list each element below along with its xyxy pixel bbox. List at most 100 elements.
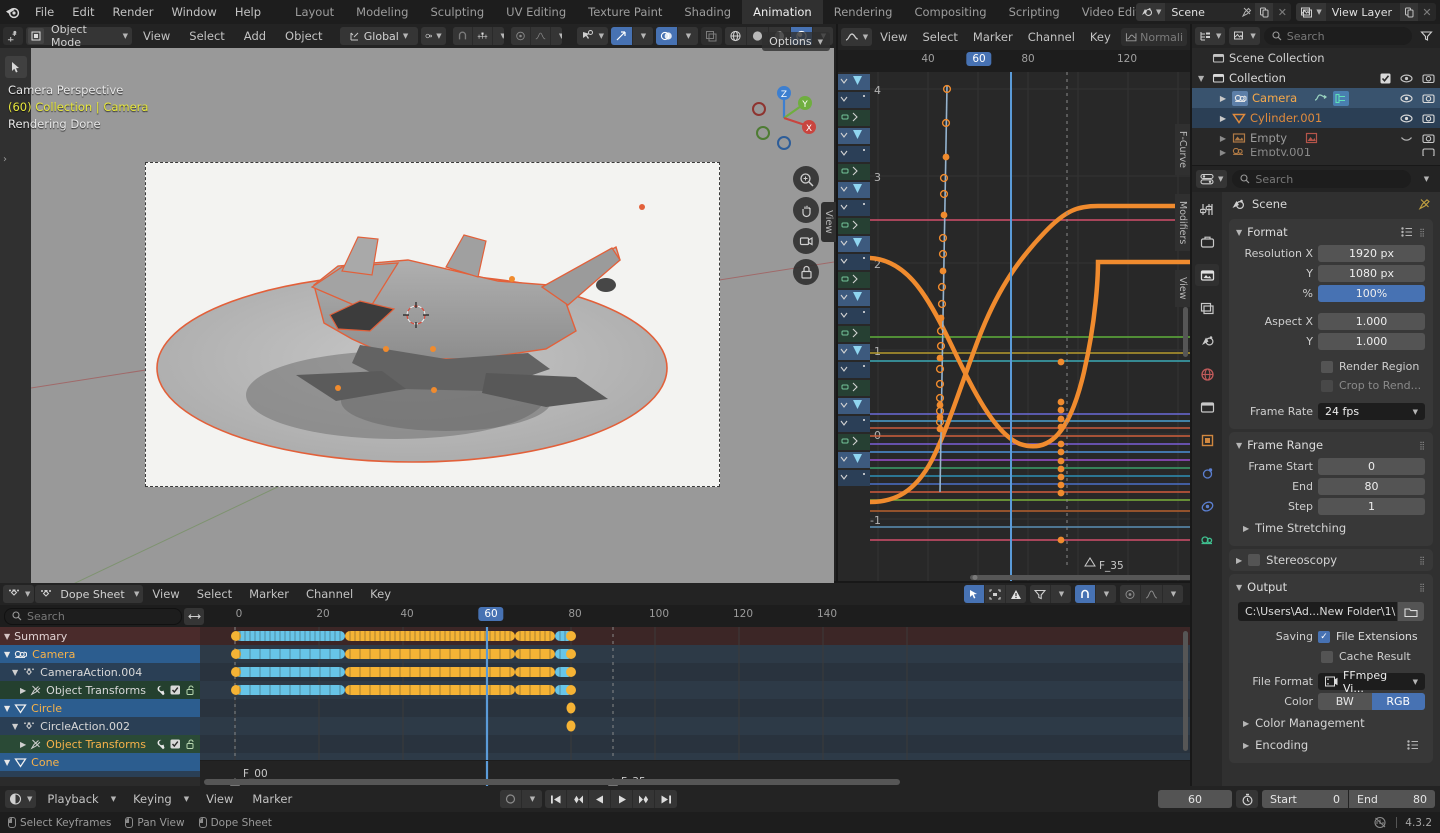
wireframe-shading-icon[interactable] bbox=[724, 27, 747, 45]
properties-tab-physics[interactable] bbox=[1195, 462, 1219, 484]
overlays-icon[interactable] bbox=[655, 27, 678, 45]
frame-range-fields[interactable]: Start 0 End 80 bbox=[1262, 790, 1435, 808]
chevron-right-icon[interactable]: ▶ bbox=[1198, 148, 1226, 156]
dope-proportional-group[interactable]: ▼ bbox=[1120, 585, 1183, 603]
channel-row-cone[interactable]: ▼ Cone bbox=[0, 753, 200, 771]
properties-tab-tool[interactable] bbox=[1195, 198, 1219, 220]
next-keyframe-icon[interactable] bbox=[633, 790, 655, 808]
graph-menu-channel[interactable]: Channel bbox=[1021, 24, 1082, 50]
properties-tab-scene[interactable] bbox=[1195, 330, 1219, 352]
graph-menu-key[interactable]: Key bbox=[1083, 24, 1118, 50]
properties-tab-strip[interactable] bbox=[1192, 192, 1222, 819]
output-color-row[interactable]: Color BW RGB bbox=[1229, 692, 1425, 711]
graph-editor-icon[interactable]: ▼ bbox=[841, 28, 873, 46]
auto-keying-dropdown-caret[interactable]: ▼ bbox=[522, 790, 542, 808]
graph-editor-body[interactable]: 4 3 2 1 0 -1 bbox=[838, 72, 1190, 581]
graph-current-frame-indicator[interactable]: 60 bbox=[966, 52, 992, 66]
format-aspect-y-row[interactable]: Y 1.000 bbox=[1229, 332, 1425, 351]
delete-scene-button[interactable]: ✕ bbox=[1273, 3, 1292, 21]
timeline-editor-type-icon[interactable]: ▼ bbox=[5, 790, 37, 808]
timeline-menu-playback[interactable]: Playback bbox=[39, 786, 106, 812]
panel-drag-grip[interactable]: ⣿ bbox=[1419, 583, 1426, 592]
format-aspect-x-row[interactable]: Aspect X 1.000 bbox=[1229, 312, 1425, 331]
renderlayers-icon[interactable]: ▼ bbox=[1296, 3, 1326, 21]
outliner[interactable]: ▼ ▼ Search Scene Collection ▼ Collection… bbox=[1192, 24, 1440, 165]
channel-row-object-transforms-camera[interactable]: ▶ Object Transforms bbox=[0, 681, 200, 699]
chevron-down-icon[interactable]: ▼ bbox=[4, 758, 10, 767]
outliner-row-cylinder[interactable]: ▶ Cylinder.001 bbox=[1192, 108, 1440, 128]
menu-edit[interactable]: Edit bbox=[63, 0, 103, 24]
chevron-down-icon[interactable]: ▼ bbox=[12, 668, 18, 677]
falloff-dropdown-caret[interactable]: ▼ bbox=[1163, 585, 1183, 603]
dope-sheet-mode-selector[interactable]: Dope Sheet ▼ bbox=[35, 585, 144, 603]
tab-uv-editing[interactable]: UV Editing bbox=[495, 0, 578, 24]
viewport-options-button[interactable]: Options ▼ bbox=[762, 32, 830, 51]
eye-closed-icon[interactable] bbox=[1400, 133, 1413, 144]
tab-rendering[interactable]: Rendering bbox=[822, 0, 904, 24]
menu-help[interactable]: Help bbox=[226, 0, 270, 24]
navigation-gizmo[interactable]: Z Y X bbox=[748, 82, 820, 154]
chevron-right-icon[interactable]: ▶ bbox=[1243, 719, 1249, 728]
graph-editor-plot[interactable]: 4 3 2 1 0 -1 bbox=[870, 72, 1190, 581]
color-mode-toggle[interactable]: BW RGB bbox=[1318, 693, 1425, 710]
dope-current-frame-indicator[interactable]: 60 bbox=[478, 607, 504, 621]
graph-menu-marker[interactable]: Marker bbox=[966, 24, 1020, 50]
viewport-toolbar-expand-arrow[interactable]: › bbox=[0, 144, 10, 174]
frame-start-row[interactable]: Frame Start 0 bbox=[1229, 457, 1425, 476]
falloff-curve-icon[interactable] bbox=[1141, 585, 1163, 603]
properties-tab-collection[interactable] bbox=[1195, 396, 1219, 418]
camera-render-icon[interactable] bbox=[1422, 73, 1435, 84]
panel-output[interactable]: ▼ Output ⣿ C:\Users\Ad...New Folder\1\ S… bbox=[1229, 574, 1433, 763]
dope-menu-channel[interactable]: Channel bbox=[298, 583, 361, 605]
panel-stereoscopy[interactable]: ▶ Stereoscopy ⣿ bbox=[1229, 549, 1433, 571]
channel-lock-icon[interactable] bbox=[185, 685, 196, 695]
camera-render-icon[interactable] bbox=[1422, 133, 1435, 144]
tab-scripting[interactable]: Scripting bbox=[997, 0, 1071, 24]
dope-filter-group[interactable]: ▼ bbox=[1030, 585, 1071, 603]
format-percentage-value[interactable]: 100% bbox=[1318, 285, 1425, 302]
snap-increment-icon[interactable] bbox=[472, 27, 493, 45]
tab-layout[interactable]: Layout bbox=[284, 0, 346, 24]
frame-rate-dropdown[interactable]: 24 fps ▼ bbox=[1318, 403, 1425, 420]
jump-start-icon[interactable] bbox=[545, 790, 567, 808]
view-layer-name[interactable]: View Layer bbox=[1326, 6, 1400, 19]
new-view-layer-button[interactable] bbox=[1400, 3, 1418, 21]
modifier-icon[interactable] bbox=[154, 685, 166, 696]
timeline-editor[interactable]: ▼ Playback ▼ Keying ▼ View Marker ▼ 60 S… bbox=[0, 786, 1440, 812]
timeline-menu-view[interactable]: View bbox=[198, 786, 241, 812]
tweak-tool-icon[interactable] bbox=[4, 56, 27, 78]
channel-row-circle[interactable]: ▼ Circle bbox=[0, 699, 200, 717]
play-icon[interactable] bbox=[611, 790, 633, 808]
visibility-selectability-icon[interactable]: ▼ bbox=[576, 27, 608, 45]
start-frame-field[interactable]: Start 0 bbox=[1262, 790, 1348, 808]
only-selected-icon[interactable] bbox=[964, 585, 985, 603]
channel-mute-checkbox[interactable] bbox=[170, 739, 181, 749]
properties-tab-constraints[interactable] bbox=[1195, 495, 1219, 517]
dope-menu-select[interactable]: Select bbox=[189, 583, 240, 605]
graph-sidebar-tab-view[interactable]: View bbox=[1175, 270, 1190, 307]
chevron-right-icon[interactable]: ▶ bbox=[1243, 524, 1249, 533]
outliner-editor-type-icon[interactable]: ▼ bbox=[1195, 27, 1226, 45]
subpanel-color-management[interactable]: ▶ Color Management bbox=[1229, 712, 1433, 734]
camera-render-icon[interactable] bbox=[1422, 148, 1435, 156]
dope-select-filter-group[interactable] bbox=[964, 585, 1026, 603]
tab-sculpting[interactable]: Sculpting bbox=[419, 0, 496, 24]
panel-frame-range[interactable]: ▼ Frame Range ⣿ Frame Start 0 End 80 Ste… bbox=[1229, 432, 1433, 546]
eye-icon[interactable] bbox=[1400, 113, 1413, 124]
scene-name[interactable]: Scene bbox=[1165, 6, 1237, 19]
overlay-controls[interactable]: ▼ bbox=[655, 27, 698, 45]
chevron-right-icon[interactable]: ▶ bbox=[1236, 556, 1242, 565]
current-frame-field[interactable]: 60 bbox=[1158, 790, 1232, 808]
zoom-view-icon[interactable] bbox=[793, 166, 819, 192]
new-scene-button[interactable] bbox=[1255, 3, 1274, 21]
tab-animation[interactable]: Animation bbox=[742, 0, 823, 24]
menu-file[interactable]: File bbox=[26, 0, 63, 24]
dope-sheet-ruler[interactable]: 0 20 40 80 100 120 140 60 bbox=[204, 605, 1190, 627]
delete-view-layer-button[interactable]: ✕ bbox=[1418, 3, 1436, 21]
chevron-down-icon[interactable]: ▼ bbox=[1236, 583, 1242, 592]
proportional-edit-controls[interactable]: ▼ bbox=[511, 27, 562, 45]
filter-icon[interactable] bbox=[1030, 585, 1051, 603]
stereoscopy-checkbox[interactable] bbox=[1248, 554, 1261, 566]
jump-end-icon[interactable] bbox=[655, 790, 677, 808]
format-render-region-row[interactable]: Render Region bbox=[1229, 357, 1433, 376]
